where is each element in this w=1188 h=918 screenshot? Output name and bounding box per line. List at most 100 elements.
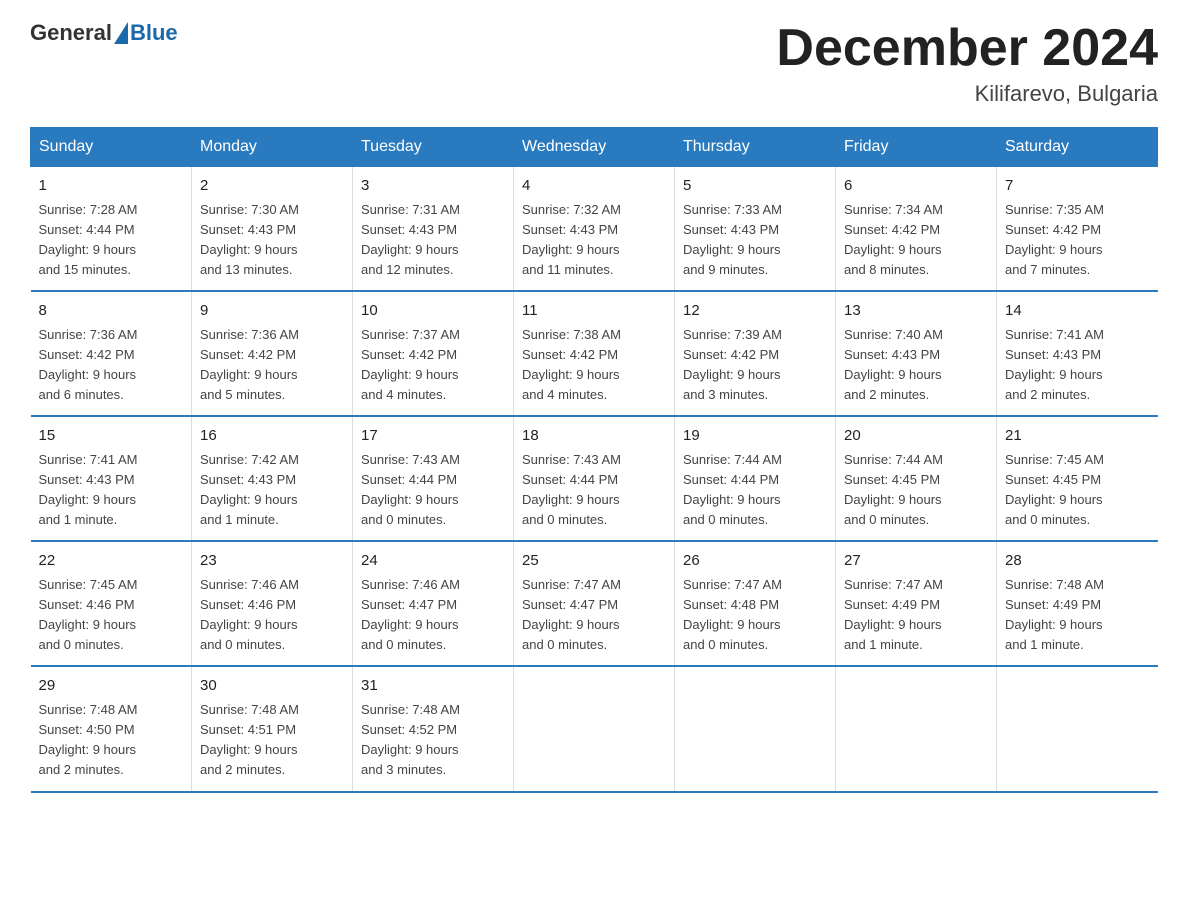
weekday-header-friday: Friday — [836, 128, 997, 167]
calendar-cell: 20Sunrise: 7:44 AMSunset: 4:45 PMDayligh… — [836, 416, 997, 541]
month-title: December 2024 — [776, 20, 1158, 77]
calendar-cell: 19Sunrise: 7:44 AMSunset: 4:44 PMDayligh… — [675, 416, 836, 541]
day-number: 22 — [39, 550, 184, 573]
day-info: Sunrise: 7:35 AMSunset: 4:42 PMDaylight:… — [1005, 200, 1150, 281]
day-number: 12 — [683, 300, 827, 323]
day-info: Sunrise: 7:30 AMSunset: 4:43 PMDaylight:… — [200, 200, 344, 281]
calendar-cell: 14Sunrise: 7:41 AMSunset: 4:43 PMDayligh… — [997, 291, 1158, 416]
page-header: General Blue December 2024 Kilifarevo, B… — [30, 20, 1158, 107]
day-number: 24 — [361, 550, 505, 573]
day-info: Sunrise: 7:28 AMSunset: 4:44 PMDaylight:… — [39, 200, 184, 281]
day-number: 20 — [844, 425, 988, 448]
calendar-cell: 22Sunrise: 7:45 AMSunset: 4:46 PMDayligh… — [31, 541, 192, 666]
calendar-cell — [997, 666, 1158, 791]
day-number: 21 — [1005, 425, 1150, 448]
logo-triangle-icon — [114, 22, 128, 44]
day-number: 4 — [522, 175, 666, 198]
day-info: Sunrise: 7:48 AMSunset: 4:52 PMDaylight:… — [361, 700, 505, 781]
calendar-cell: 28Sunrise: 7:48 AMSunset: 4:49 PMDayligh… — [997, 541, 1158, 666]
calendar-cell: 17Sunrise: 7:43 AMSunset: 4:44 PMDayligh… — [353, 416, 514, 541]
day-number: 30 — [200, 675, 344, 698]
calendar-table: SundayMondayTuesdayWednesdayThursdayFrid… — [30, 127, 1158, 792]
day-info: Sunrise: 7:43 AMSunset: 4:44 PMDaylight:… — [522, 450, 666, 531]
day-number: 23 — [200, 550, 344, 573]
day-info: Sunrise: 7:44 AMSunset: 4:45 PMDaylight:… — [844, 450, 988, 531]
calendar-cell: 24Sunrise: 7:46 AMSunset: 4:47 PMDayligh… — [353, 541, 514, 666]
calendar-cell: 18Sunrise: 7:43 AMSunset: 4:44 PMDayligh… — [514, 416, 675, 541]
day-number: 17 — [361, 425, 505, 448]
calendar-cell: 29Sunrise: 7:48 AMSunset: 4:50 PMDayligh… — [31, 666, 192, 791]
day-number: 13 — [844, 300, 988, 323]
logo-blue-text: Blue — [130, 20, 178, 46]
logo: General Blue — [30, 20, 178, 46]
weekday-header-sunday: Sunday — [31, 128, 192, 167]
day-info: Sunrise: 7:45 AMSunset: 4:46 PMDaylight:… — [39, 575, 184, 656]
day-number: 3 — [361, 175, 505, 198]
calendar-cell: 6Sunrise: 7:34 AMSunset: 4:42 PMDaylight… — [836, 167, 997, 292]
calendar-cell: 13Sunrise: 7:40 AMSunset: 4:43 PMDayligh… — [836, 291, 997, 416]
calendar-cell: 21Sunrise: 7:45 AMSunset: 4:45 PMDayligh… — [997, 416, 1158, 541]
day-number: 10 — [361, 300, 505, 323]
day-number: 28 — [1005, 550, 1150, 573]
day-info: Sunrise: 7:43 AMSunset: 4:44 PMDaylight:… — [361, 450, 505, 531]
calendar-week-row: 8Sunrise: 7:36 AMSunset: 4:42 PMDaylight… — [31, 291, 1158, 416]
calendar-cell: 25Sunrise: 7:47 AMSunset: 4:47 PMDayligh… — [514, 541, 675, 666]
calendar-cell: 27Sunrise: 7:47 AMSunset: 4:49 PMDayligh… — [836, 541, 997, 666]
weekday-header-row: SundayMondayTuesdayWednesdayThursdayFrid… — [31, 128, 1158, 167]
day-number: 7 — [1005, 175, 1150, 198]
location-text: Kilifarevo, Bulgaria — [776, 81, 1158, 107]
calendar-cell: 5Sunrise: 7:33 AMSunset: 4:43 PMDaylight… — [675, 167, 836, 292]
day-info: Sunrise: 7:44 AMSunset: 4:44 PMDaylight:… — [683, 450, 827, 531]
day-number: 19 — [683, 425, 827, 448]
day-info: Sunrise: 7:40 AMSunset: 4:43 PMDaylight:… — [844, 325, 988, 406]
calendar-cell: 10Sunrise: 7:37 AMSunset: 4:42 PMDayligh… — [353, 291, 514, 416]
day-number: 6 — [844, 175, 988, 198]
day-info: Sunrise: 7:36 AMSunset: 4:42 PMDaylight:… — [39, 325, 184, 406]
day-info: Sunrise: 7:37 AMSunset: 4:42 PMDaylight:… — [361, 325, 505, 406]
calendar-cell: 11Sunrise: 7:38 AMSunset: 4:42 PMDayligh… — [514, 291, 675, 416]
calendar-week-row: 15Sunrise: 7:41 AMSunset: 4:43 PMDayligh… — [31, 416, 1158, 541]
day-info: Sunrise: 7:47 AMSunset: 4:49 PMDaylight:… — [844, 575, 988, 656]
day-info: Sunrise: 7:38 AMSunset: 4:42 PMDaylight:… — [522, 325, 666, 406]
calendar-week-row: 29Sunrise: 7:48 AMSunset: 4:50 PMDayligh… — [31, 666, 1158, 791]
day-number: 29 — [39, 675, 184, 698]
calendar-cell: 9Sunrise: 7:36 AMSunset: 4:42 PMDaylight… — [192, 291, 353, 416]
day-number: 31 — [361, 675, 505, 698]
day-info: Sunrise: 7:41 AMSunset: 4:43 PMDaylight:… — [1005, 325, 1150, 406]
day-info: Sunrise: 7:42 AMSunset: 4:43 PMDaylight:… — [200, 450, 344, 531]
logo-general-text: General — [30, 20, 112, 46]
calendar-cell: 8Sunrise: 7:36 AMSunset: 4:42 PMDaylight… — [31, 291, 192, 416]
day-number: 26 — [683, 550, 827, 573]
calendar-cell: 7Sunrise: 7:35 AMSunset: 4:42 PMDaylight… — [997, 167, 1158, 292]
day-info: Sunrise: 7:48 AMSunset: 4:50 PMDaylight:… — [39, 700, 184, 781]
day-number: 5 — [683, 175, 827, 198]
weekday-header-tuesday: Tuesday — [353, 128, 514, 167]
day-number: 16 — [200, 425, 344, 448]
weekday-header-wednesday: Wednesday — [514, 128, 675, 167]
day-info: Sunrise: 7:36 AMSunset: 4:42 PMDaylight:… — [200, 325, 344, 406]
calendar-cell: 1Sunrise: 7:28 AMSunset: 4:44 PMDaylight… — [31, 167, 192, 292]
calendar-week-row: 22Sunrise: 7:45 AMSunset: 4:46 PMDayligh… — [31, 541, 1158, 666]
day-number: 8 — [39, 300, 184, 323]
day-number: 11 — [522, 300, 666, 323]
day-info: Sunrise: 7:48 AMSunset: 4:51 PMDaylight:… — [200, 700, 344, 781]
calendar-cell: 3Sunrise: 7:31 AMSunset: 4:43 PMDaylight… — [353, 167, 514, 292]
day-number: 25 — [522, 550, 666, 573]
calendar-cell — [675, 666, 836, 791]
day-info: Sunrise: 7:47 AMSunset: 4:47 PMDaylight:… — [522, 575, 666, 656]
day-info: Sunrise: 7:34 AMSunset: 4:42 PMDaylight:… — [844, 200, 988, 281]
calendar-cell: 30Sunrise: 7:48 AMSunset: 4:51 PMDayligh… — [192, 666, 353, 791]
day-number: 2 — [200, 175, 344, 198]
calendar-cell: 23Sunrise: 7:46 AMSunset: 4:46 PMDayligh… — [192, 541, 353, 666]
day-info: Sunrise: 7:32 AMSunset: 4:43 PMDaylight:… — [522, 200, 666, 281]
weekday-header-saturday: Saturday — [997, 128, 1158, 167]
day-number: 1 — [39, 175, 184, 198]
weekday-header-monday: Monday — [192, 128, 353, 167]
day-info: Sunrise: 7:39 AMSunset: 4:42 PMDaylight:… — [683, 325, 827, 406]
calendar-cell: 2Sunrise: 7:30 AMSunset: 4:43 PMDaylight… — [192, 167, 353, 292]
day-number: 18 — [522, 425, 666, 448]
day-number: 14 — [1005, 300, 1150, 323]
calendar-cell: 16Sunrise: 7:42 AMSunset: 4:43 PMDayligh… — [192, 416, 353, 541]
day-info: Sunrise: 7:33 AMSunset: 4:43 PMDaylight:… — [683, 200, 827, 281]
day-info: Sunrise: 7:41 AMSunset: 4:43 PMDaylight:… — [39, 450, 184, 531]
